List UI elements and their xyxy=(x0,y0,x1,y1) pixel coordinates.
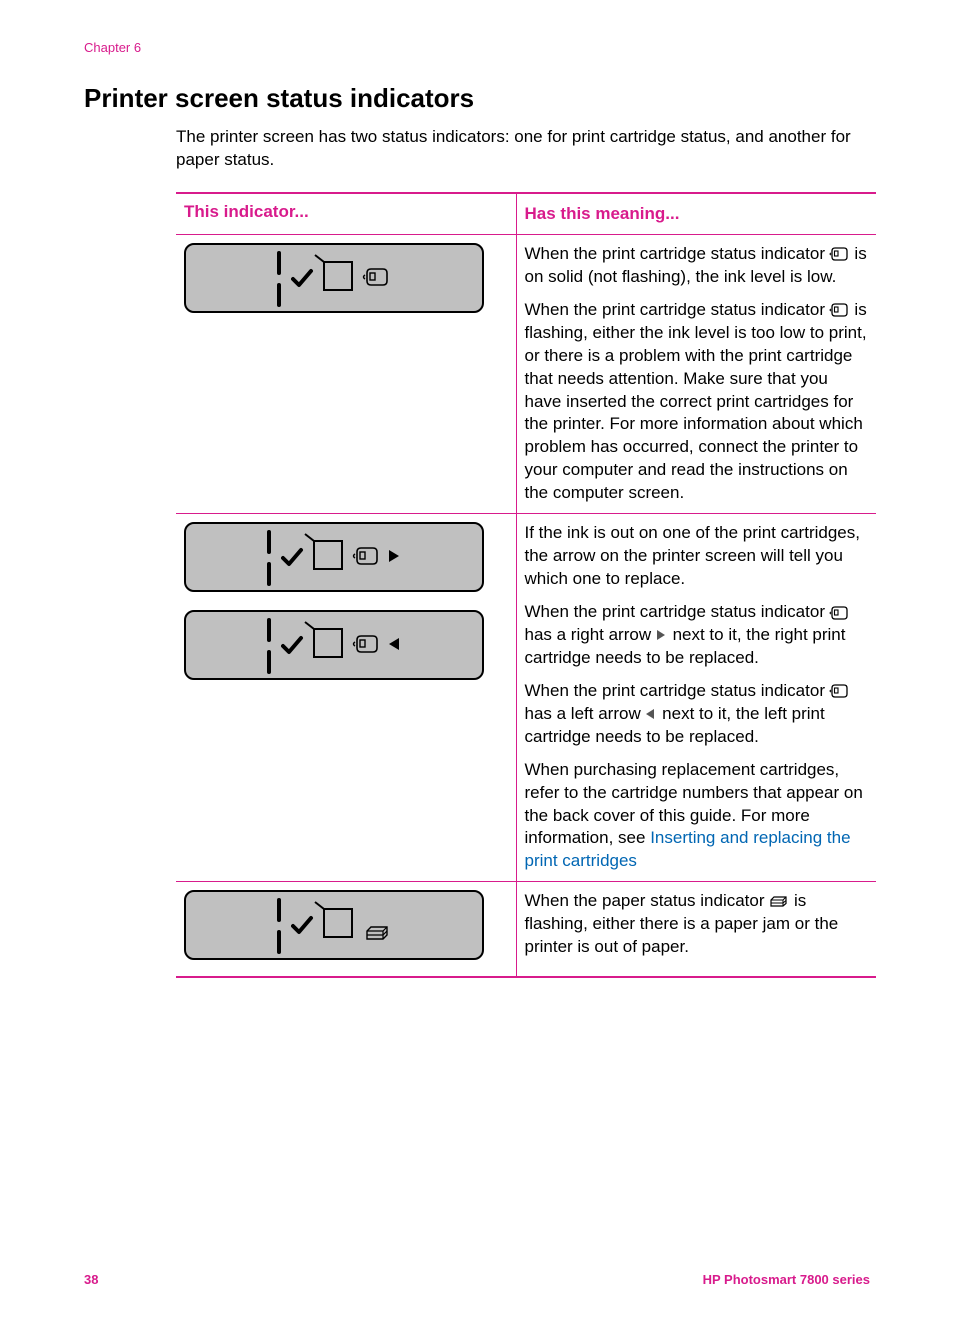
antenna-icon xyxy=(277,894,283,956)
table-row: When the paper status indicator is flash… xyxy=(176,882,876,978)
frame-icon xyxy=(323,908,357,942)
page-number: 38 xyxy=(84,1272,98,1287)
indicator-display-cartridge-left xyxy=(184,610,484,680)
indicator-display-paper xyxy=(184,890,484,960)
meaning-text: When the print cartridge status indicato… xyxy=(525,299,869,505)
right-arrow-icon xyxy=(657,630,667,641)
antenna-icon xyxy=(267,614,273,676)
table-header-meaning: Has this meaning... xyxy=(516,193,876,235)
page-title: Printer screen status indicators xyxy=(84,83,870,114)
meaning-text: When the paper status indicator is flash… xyxy=(525,890,869,959)
meaning-text: When the print cartridge status indicato… xyxy=(525,243,869,289)
paper-stack-icon xyxy=(365,925,391,943)
chapter-label: Chapter 6 xyxy=(84,40,870,55)
checkmark-icon xyxy=(281,634,305,656)
page-footer: 38 HP Photosmart 7800 series xyxy=(84,1272,870,1287)
intro-paragraph: The printer screen has two status indica… xyxy=(176,126,870,172)
antenna-icon xyxy=(277,247,283,309)
table-row: When the print cartridge status indicato… xyxy=(176,234,876,513)
cartridge-icon xyxy=(355,546,381,568)
meaning-text: When the print cartridge status indicato… xyxy=(525,601,869,670)
cartridge-icon xyxy=(355,634,381,656)
checkmark-icon xyxy=(281,546,305,568)
left-arrow-icon xyxy=(646,709,656,720)
cartridge-icon xyxy=(831,606,849,620)
table-row: If the ink is out on one of the print ca… xyxy=(176,514,876,882)
cartridge-icon xyxy=(831,303,849,317)
cartridge-icon xyxy=(831,247,849,261)
meaning-text: When purchasing replacement cartridges, … xyxy=(525,759,869,874)
product-model: HP Photosmart 7800 series xyxy=(703,1272,870,1287)
antenna-icon xyxy=(267,526,273,588)
right-arrow-icon xyxy=(389,550,401,564)
table-header-indicator: This indicator... xyxy=(176,193,516,235)
indicator-display-cartridge-right xyxy=(184,522,484,592)
indicator-table: This indicator... Has this meaning... Wh… xyxy=(176,192,876,978)
checkmark-icon xyxy=(291,914,315,936)
frame-icon xyxy=(313,540,347,574)
paper-stack-icon xyxy=(770,896,788,908)
frame-icon xyxy=(323,261,357,295)
meaning-text: If the ink is out on one of the print ca… xyxy=(525,522,869,591)
meaning-text: When the print cartridge status indicato… xyxy=(525,680,869,749)
left-arrow-icon xyxy=(389,638,401,652)
cartridge-icon xyxy=(831,684,849,698)
indicator-display-cartridge xyxy=(184,243,484,313)
frame-icon xyxy=(313,628,347,662)
checkmark-icon xyxy=(291,267,315,289)
cartridge-icon xyxy=(365,267,391,289)
